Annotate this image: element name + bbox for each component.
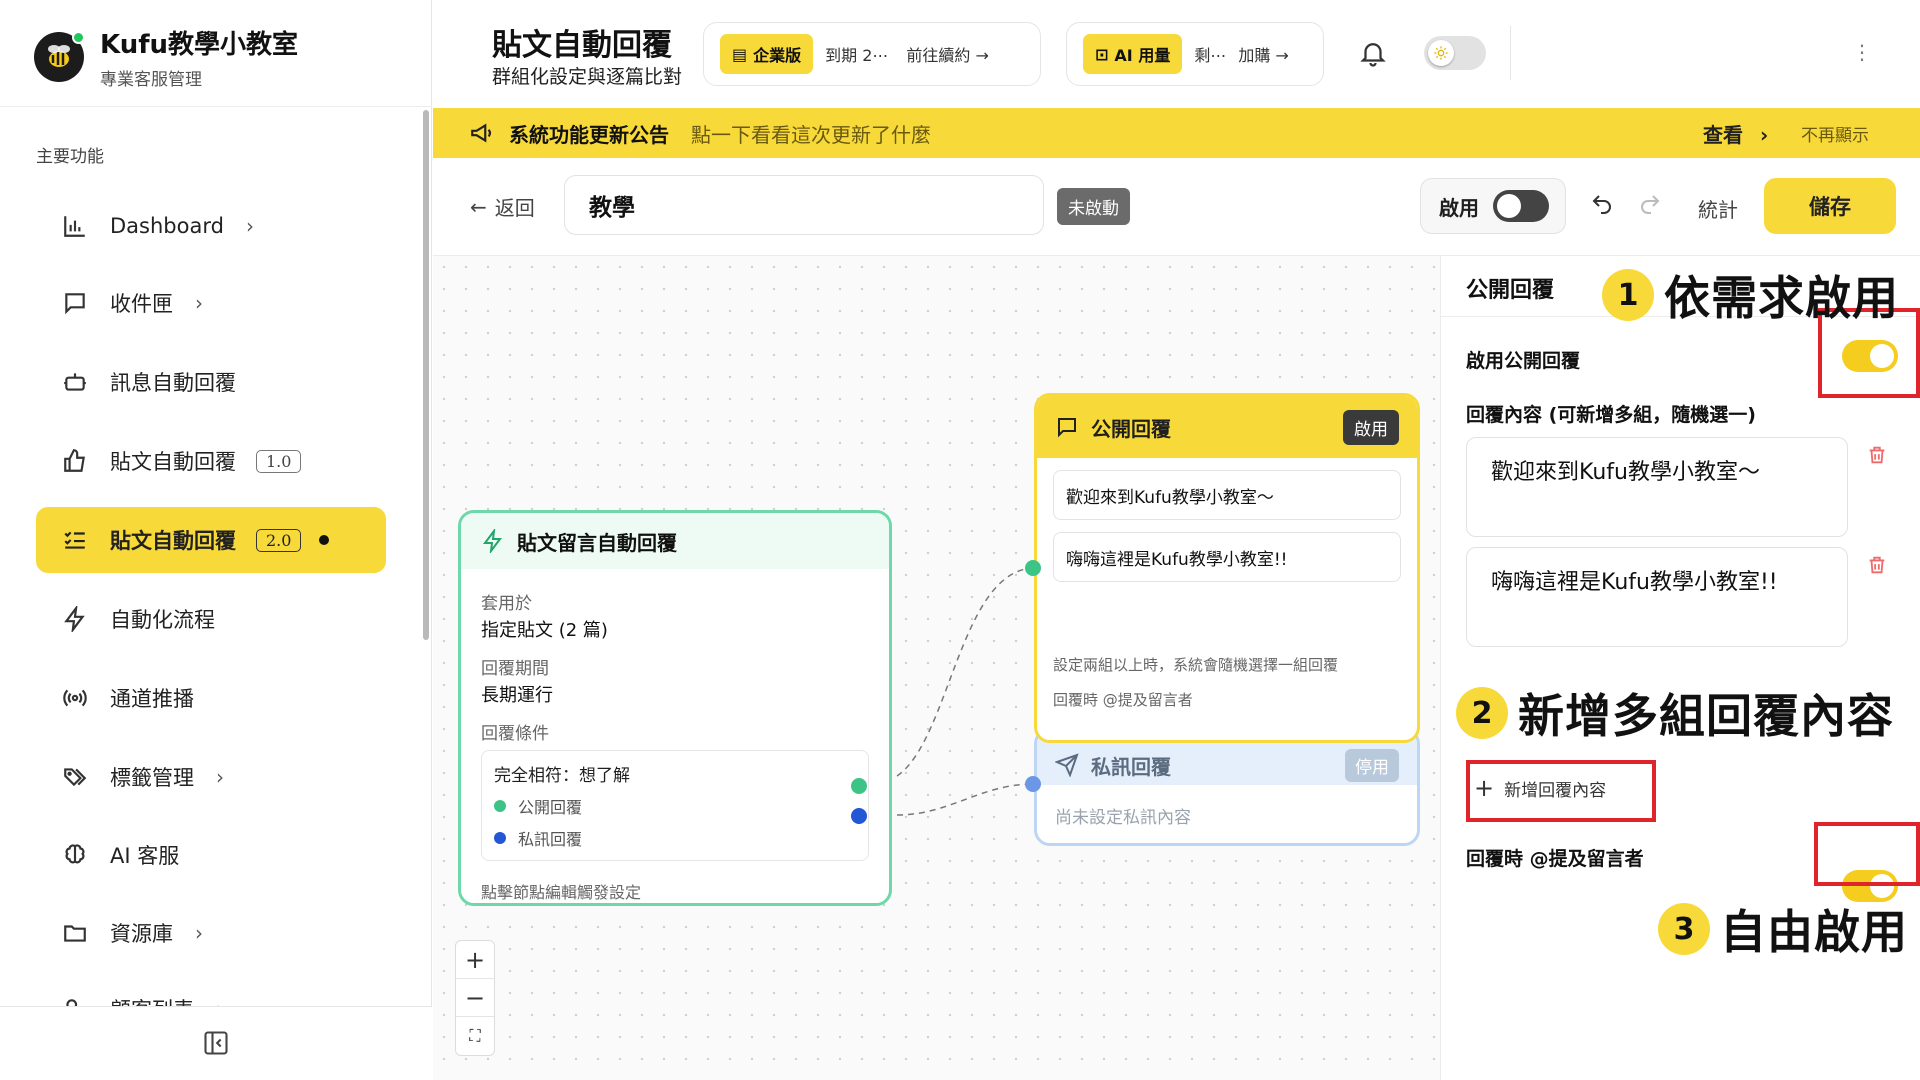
enable-public-label: 啟用公開回覆 [1466, 350, 1581, 372]
enable-label: 啟用 [1439, 195, 1479, 220]
redo-icon[interactable] [1638, 192, 1662, 216]
private-node-badge: 停用 [1345, 748, 1399, 782]
public-node-mention-note: 回覆時 @提及留言者 [1053, 691, 1193, 709]
zoom-in-button[interactable]: + [456, 941, 494, 979]
private-node-title: 私訊回覆 [1091, 754, 1171, 779]
condition-value: 完全相符：想了解 [494, 766, 630, 786]
public-node-title: 公開回覆 [1091, 416, 1171, 441]
output-private: 私訊回覆 [494, 826, 856, 850]
zap-icon [481, 529, 505, 553]
apply-label: 套用於 [481, 594, 532, 614]
step-number: 1 [1602, 269, 1654, 321]
reply-content-textarea[interactable]: 歡迎來到Kufu教學小教室～ [1466, 437, 1848, 537]
condition-box: 完全相符：想了解 公開回覆 私訊回覆 [481, 750, 869, 861]
trash-icon[interactable] [1866, 444, 1888, 466]
banner-view-button[interactable]: 查看 › [1703, 119, 1768, 148]
content-label: 回覆內容 (可新增多組，隨機選一) [1466, 404, 1756, 426]
message-square-icon [1055, 415, 1079, 439]
fit-view-button[interactable]: ⛶ [456, 1017, 494, 1055]
enable-rule-control[interactable]: 啟用 [1420, 178, 1566, 234]
input-handle-private[interactable] [1025, 776, 1041, 792]
more-vertical-icon[interactable]: ⋮ [1852, 40, 1872, 64]
reply-content-textarea[interactable]: 嗨嗨這裡是Kufu教學小教室!! [1466, 547, 1848, 647]
send-icon [1055, 753, 1079, 777]
save-button[interactable]: 儲存 [1764, 178, 1896, 234]
input-handle-public[interactable] [1025, 560, 1041, 576]
output-public: 公開回覆 [494, 794, 856, 818]
trigger-node-header: 貼文留言自動回覆 [461, 513, 889, 569]
trash-icon[interactable] [1866, 554, 1888, 576]
public-node-message: 嗨嗨這裡是Kufu教學小教室!! [1053, 532, 1401, 582]
public-node-note: 設定兩組以上時，系統會隨機選擇一組回覆 [1053, 656, 1339, 674]
highlight-box [1466, 760, 1656, 822]
public-reply-node[interactable]: 公開回覆 啟用 歡迎來到Kufu教學小教室～ 嗨嗨這裡是Kufu教學小教室!! … [1034, 393, 1420, 743]
undo-icon[interactable] [1590, 192, 1614, 216]
chevron-right-icon: › [1759, 122, 1769, 147]
enable-rule-toggle[interactable] [1493, 190, 1549, 222]
zoom-out-button[interactable]: − [456, 979, 494, 1017]
annotation-text: 自由啟用 [1720, 905, 1908, 959]
annotation-2: 2 新增多組回覆內容 [1456, 680, 1894, 746]
private-reply-node[interactable]: 私訊回覆 停用 尚未設定私訊內容 [1034, 728, 1420, 846]
step-number: 3 [1658, 903, 1710, 955]
trigger-node-footer: 點擊節點編輯觸發設定 [481, 883, 642, 902]
condition-label: 回覆條件 [481, 724, 549, 744]
step-number: 2 [1456, 687, 1508, 739]
public-node-badge: 啟用 [1343, 409, 1399, 445]
zoom-controls: + − ⛶ [455, 940, 495, 1056]
apply-value: 指定貼文 (2 篇) [481, 620, 608, 641]
stats-button[interactable]: 統計 [1698, 194, 1738, 223]
annotation-1: 1 依需求啟用 [1602, 262, 1899, 328]
trigger-node-title: 貼文留言自動回覆 [517, 530, 677, 555]
mention-label: 回覆時 @提及留言者 [1466, 848, 1644, 870]
panel-title: 公開回覆 [1466, 278, 1555, 303]
annotation-text: 依需求啟用 [1664, 271, 1899, 325]
highlight-box [1814, 822, 1920, 886]
public-node-message: 歡迎來到Kufu教學小教室～ [1053, 470, 1401, 520]
divider [1510, 26, 1511, 80]
trigger-node[interactable]: 貼文留言自動回覆 套用於 指定貼文 (2 篇) 回覆期間 長期運行 回覆條件 完… [458, 510, 892, 906]
banner-dismiss-button[interactable]: 不再顯示 [1801, 121, 1869, 146]
public-node-header: 公開回覆 啟用 [1037, 396, 1417, 458]
output-handle-private[interactable] [851, 808, 867, 824]
period-label: 回覆期間 [481, 659, 549, 679]
annotation-text: 新增多組回覆內容 [1518, 689, 1894, 743]
period-value: 長期運行 [481, 685, 553, 706]
annotation-3: 3 自由啟用 [1658, 896, 1908, 962]
output-handle-public[interactable] [851, 778, 867, 794]
private-node-body: 尚未設定私訊內容 [1055, 808, 1191, 828]
